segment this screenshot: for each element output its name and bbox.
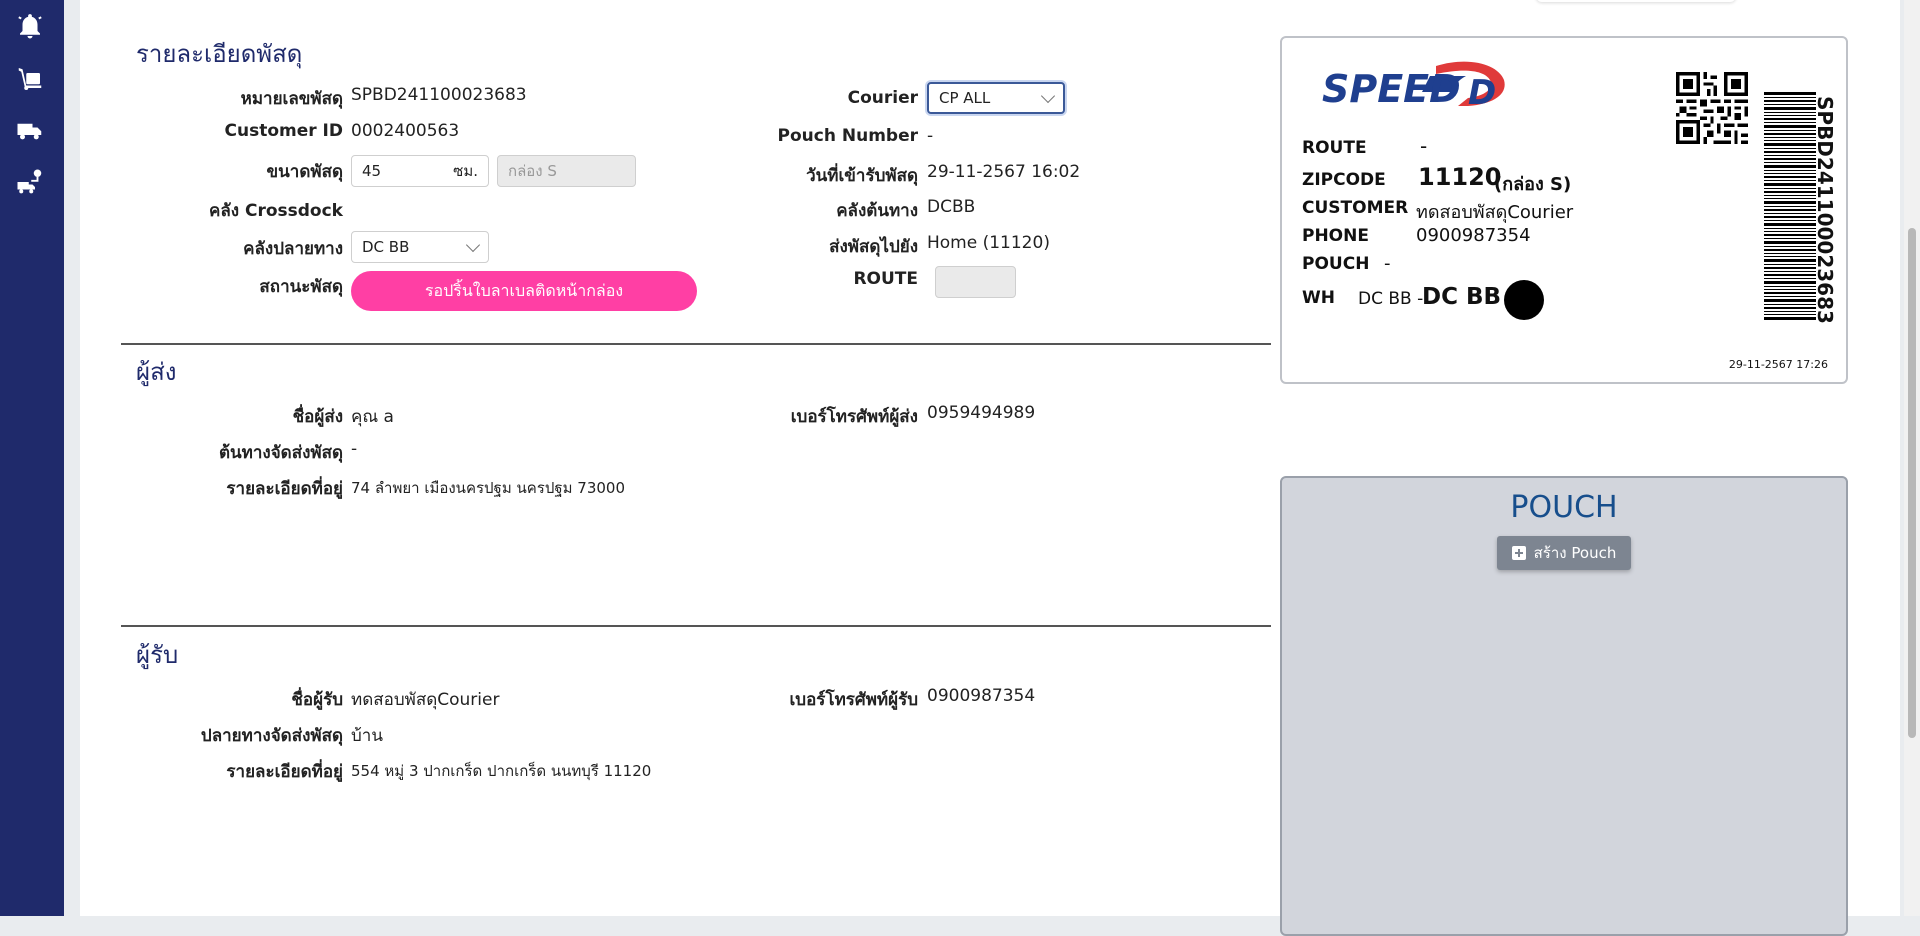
sender-phone-label: เบอร์โทรศัพท์ผู้ส่ง xyxy=(790,407,918,427)
pouch-title: POUCH xyxy=(1510,490,1618,525)
receiver-address-value: 554 หมู่ 3 ปากเกร็ด ปากเกร็ด นนทบุรี 111… xyxy=(351,762,652,780)
received-date-label: วันที่เข้ารับพัสดุ xyxy=(806,166,918,186)
label-timestamp: 29-11-2567 17:26 xyxy=(1728,358,1828,371)
sender-address-label: รายละเอียดที่อยู่ xyxy=(226,479,343,499)
status-label: สถานะพัสดุ xyxy=(259,277,343,297)
sender-address-value: 74 ลำพยา เมืองนครปฐม นครปฐม 73000 xyxy=(351,479,625,497)
size-label: ขนาดพัสดุ xyxy=(266,162,343,182)
top-bar-edge xyxy=(1536,0,1736,2)
truck-icon[interactable] xyxy=(12,112,48,148)
receiver-dest-label: ปลายทางจัดส่งพัสดุ xyxy=(200,726,343,746)
dest-wh-select[interactable]: DC BB xyxy=(351,231,489,263)
customer-id-value: 0002400563 xyxy=(351,121,460,141)
courier-label: Courier xyxy=(847,88,918,108)
shipping-label-card: SPEED D ROUTE - ZIPCODE 11120 (กล่อง S) … xyxy=(1280,36,1848,384)
pouch-number-label: Pouch Number xyxy=(777,126,918,146)
origin-wh-label: คลังต้นทาง xyxy=(836,201,918,221)
receiver-dest-value: บ้าน xyxy=(351,726,383,746)
logo-letter: D xyxy=(1468,73,1496,113)
parcel-section-title: รายละเอียดพัสดุ xyxy=(136,40,303,68)
zipcode-val: 11120 xyxy=(1418,163,1502,191)
crossdock-label: คลัง Crossdock xyxy=(208,201,343,221)
receiver-phone-value: 0900987354 xyxy=(927,686,1036,706)
sender-name-label: ชื่อผู้ส่ง xyxy=(292,407,343,427)
dest-wh-selected: DC BB xyxy=(362,238,410,256)
origin-wh-value: DCBB xyxy=(927,197,976,217)
divider xyxy=(121,343,1271,345)
chevron-down-icon xyxy=(1040,88,1056,104)
receiver-section-title: ผู้รับ xyxy=(136,641,179,669)
chevron-down-icon xyxy=(465,237,481,253)
size-unit: ซม. xyxy=(453,162,478,180)
scrollbar-thumb[interactable] xyxy=(1908,228,1916,738)
sender-origin-value: - xyxy=(351,439,358,459)
barcode-icon xyxy=(1764,92,1816,322)
sender-section-title: ผู้ส่ง xyxy=(136,358,177,386)
received-date-value: 29-11-2567 16:02 xyxy=(927,162,1081,182)
customer-id-label: Customer ID xyxy=(224,121,344,141)
plus-icon xyxy=(1511,546,1526,560)
receiver-phone-label: เบอร์โทรศัพท์ผู้รับ xyxy=(789,690,919,710)
customer-key: CUSTOMER xyxy=(1302,198,1409,218)
send-to-value: Home (11120) xyxy=(927,233,1050,253)
qr-code-icon xyxy=(1676,72,1748,144)
route-truck-icon[interactable] xyxy=(12,164,48,200)
pouch-panel: POUCH สร้าง Pouch xyxy=(1280,476,1848,936)
status-dot xyxy=(1504,280,1544,320)
route-input[interactable] xyxy=(935,266,1016,298)
sender-origin-label: ต้นทางจัดส่งพัสดุ xyxy=(218,443,343,463)
route-key: ROUTE xyxy=(1302,138,1367,158)
zipcode-key: ZIPCODE xyxy=(1302,170,1386,190)
speed-d-logo: SPEED D xyxy=(1318,58,1518,118)
courier-selected: CP ALL xyxy=(939,89,991,107)
receiver-name-label: ชื่อผู้รับ xyxy=(291,690,343,710)
bell-icon[interactable] xyxy=(12,8,48,44)
box-dolly-icon[interactable] xyxy=(12,60,48,96)
wh-from: DC BB - xyxy=(1358,289,1424,309)
box-size-input[interactable]: กล่อง S xyxy=(497,155,636,187)
sender-name-value: คุณ a xyxy=(351,407,394,427)
divider xyxy=(121,625,1271,627)
barcode-text: SPBD241100023683 xyxy=(1813,96,1837,324)
wh-to: DC BB xyxy=(1422,284,1502,310)
create-pouch-label: สร้าง Pouch xyxy=(1533,544,1617,562)
dest-wh-label: คลังปลายทาง xyxy=(243,239,343,259)
tracking-label: หมายเลขพัสดุ xyxy=(240,89,343,109)
wh-key: WH xyxy=(1302,288,1335,308)
create-pouch-button[interactable]: สร้าง Pouch xyxy=(1497,536,1631,570)
sender-phone-value: 0959494989 xyxy=(927,403,1036,423)
receiver-name-value: ทดสอบพัสดุCourier xyxy=(351,690,500,710)
courier-select[interactable]: CP ALL xyxy=(927,82,1065,114)
customer-val: ทดสอบพัสดุCourier xyxy=(1416,202,1574,223)
phone-key: PHONE xyxy=(1302,226,1369,246)
size-input[interactable]: 45 ซม. xyxy=(351,155,489,187)
receiver-address-label: รายละเอียดที่อยู่ xyxy=(226,762,343,782)
status-badge[interactable]: รอปริ้นใบลาเบลติดหน้ากล่อง xyxy=(351,271,697,311)
zipcode-box: (กล่อง S) xyxy=(1494,174,1572,195)
tracking-value: SPBD241100023683 xyxy=(351,85,527,105)
sidebar xyxy=(0,0,64,916)
route-val: - xyxy=(1420,134,1428,158)
phone-val: 0900987354 xyxy=(1416,225,1531,246)
pouch-key: POUCH xyxy=(1302,254,1370,274)
route-label: ROUTE xyxy=(853,269,918,289)
pouch-number-value: - xyxy=(927,126,934,146)
pouch-val: - xyxy=(1384,253,1391,274)
send-to-label: ส่งพัสดุไปยัง xyxy=(829,237,918,257)
scrollbar[interactable] xyxy=(1904,0,1920,916)
size-input-value: 45 xyxy=(362,162,382,180)
logo-text: SPEED xyxy=(1322,67,1461,111)
